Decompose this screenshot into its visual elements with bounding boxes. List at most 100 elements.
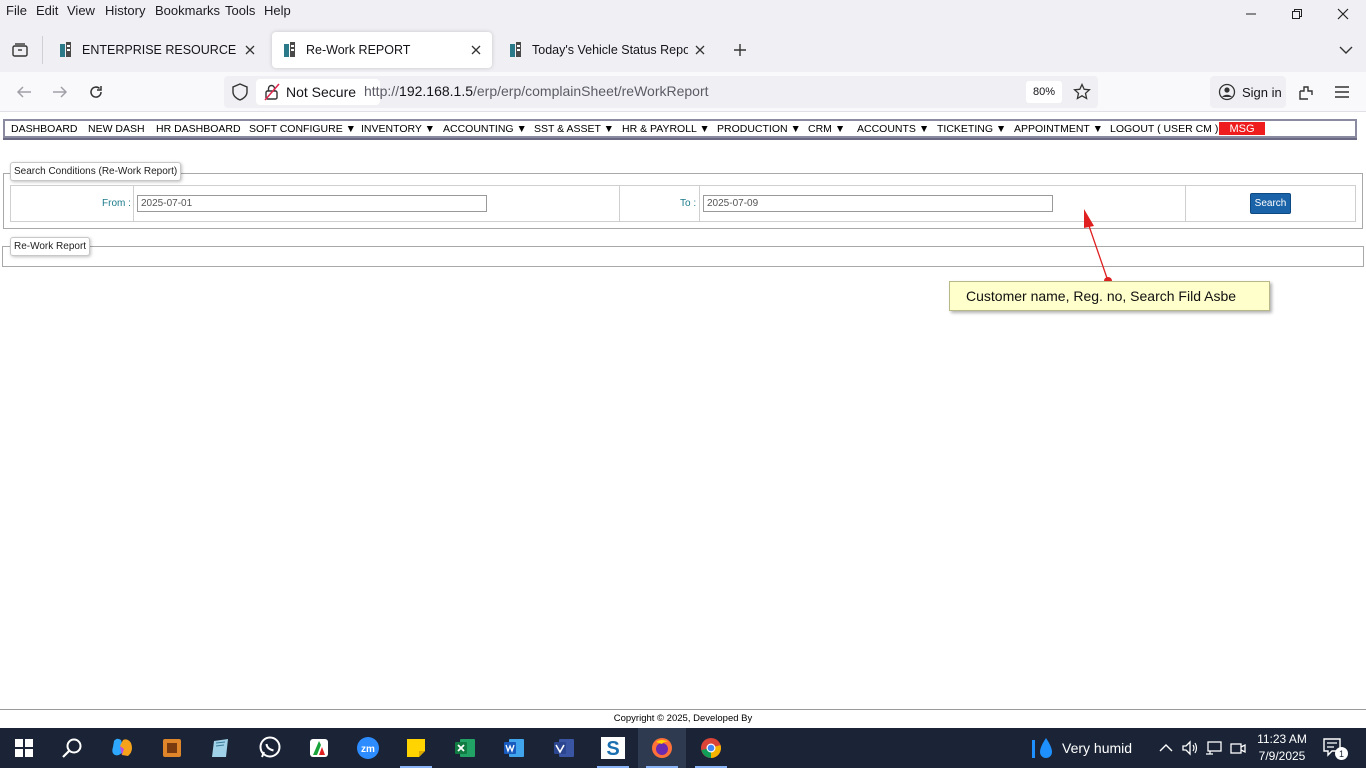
app-icon: S	[601, 737, 625, 760]
url-prefix: http://	[364, 83, 400, 99]
app-red-green[interactable]	[295, 728, 343, 768]
star-icon	[1073, 83, 1091, 100]
chrome-app[interactable]	[687, 728, 735, 768]
menu-accounts[interactable]: ACCOUNTS ▼	[857, 123, 929, 135]
menu-hr-dashboard[interactable]: HR DASHBOARD	[156, 123, 241, 135]
msg-button[interactable]: MSG	[1219, 122, 1265, 135]
app-icon	[163, 739, 181, 757]
system-clock[interactable]: 11:23 AM 7/9/2025	[1250, 731, 1314, 765]
erp-favicon	[282, 42, 298, 58]
copilot-app[interactable]	[98, 728, 146, 768]
insecure-lock-icon	[264, 83, 280, 101]
menu-tools[interactable]: Tools	[225, 3, 255, 18]
menu-logout[interactable]: LOGOUT ( USER CM )	[1110, 123, 1218, 135]
weather-widget[interactable]: Very humid	[1030, 728, 1132, 768]
close-tab-icon[interactable]	[238, 38, 262, 62]
to-label: To :	[680, 198, 697, 209]
security-indicator[interactable]: Not Secure	[256, 79, 380, 105]
to-date-input[interactable]	[703, 195, 1053, 212]
word-icon	[504, 739, 524, 757]
menu-file[interactable]: File	[6, 3, 27, 18]
search-taskbar-button[interactable]	[48, 728, 96, 768]
humidity-icon	[1032, 738, 1052, 758]
meet-now-button[interactable]	[1224, 734, 1252, 762]
app-icon	[310, 739, 328, 757]
url-bar[interactable]: Not Secure http://192.168.1.5/erp/erp/co…	[224, 76, 1098, 108]
menu-soft-configure[interactable]: SOFT CONFIGURE ▼	[249, 123, 356, 135]
rework-report-fieldset	[2, 246, 1364, 267]
network-icon	[1206, 741, 1222, 755]
close-icon	[1337, 8, 1349, 20]
account-icon	[1218, 83, 1236, 101]
back-button[interactable]	[10, 78, 38, 106]
tab-label: Today's Vehicle Status Report	[532, 43, 688, 57]
zoom-level-button[interactable]: 80%	[1026, 81, 1062, 103]
menu-crm[interactable]: CRM ▼	[808, 123, 845, 135]
close-tab-icon[interactable]	[464, 38, 488, 62]
notifications-button[interactable]: 1	[1320, 734, 1348, 762]
arrow-left-icon	[16, 86, 31, 98]
bookmark-star-button[interactable]	[1068, 78, 1096, 106]
new-tab-button[interactable]	[726, 36, 754, 64]
search-button[interactable]: Search	[1250, 193, 1291, 214]
zoom-app[interactable]: zm	[344, 728, 392, 768]
app-menu-button[interactable]	[1328, 78, 1356, 106]
extensions-button[interactable]	[1292, 78, 1320, 106]
menu-new-dash[interactable]: NEW DASH	[88, 123, 145, 135]
app-notebook[interactable]	[196, 728, 244, 768]
menu-dashboard[interactable]: DASHBOARD	[11, 123, 78, 135]
from-date-input[interactable]	[137, 195, 487, 212]
chevron-up-icon	[1159, 744, 1173, 752]
excel-app[interactable]	[441, 728, 489, 768]
list-all-tabs-button[interactable]	[1332, 36, 1360, 64]
erp-favicon	[508, 42, 524, 58]
menu-sst-asset[interactable]: SST & ASSET ▼	[534, 123, 614, 135]
restore-button[interactable]	[1274, 0, 1320, 28]
whatsapp-app[interactable]	[246, 728, 294, 768]
tab-rework-report[interactable]: Re-Work REPORT	[272, 32, 492, 68]
extensions-icon	[1299, 86, 1313, 100]
speaker-icon	[1182, 740, 1198, 756]
menu-view[interactable]: View	[67, 3, 95, 18]
menu-accounting[interactable]: ACCOUNTING ▼	[443, 123, 527, 135]
arrow-right-icon	[53, 86, 68, 98]
menu-ticketing[interactable]: TICKETING ▼	[937, 123, 1006, 135]
app-tally[interactable]	[148, 728, 196, 768]
firefox-app[interactable]	[638, 728, 686, 768]
word-app[interactable]	[490, 728, 538, 768]
chrome-icon	[701, 738, 721, 758]
menu-help[interactable]: Help	[264, 3, 291, 18]
tab-strip: ENTERPRISE RESOURCE PLANN Re-Work REPORT…	[0, 28, 1366, 72]
menu-edit[interactable]: Edit	[36, 3, 58, 18]
menu-production[interactable]: PRODUCTION ▼	[717, 123, 801, 135]
menu-inventory[interactable]: INVENTORY ▼	[361, 123, 435, 135]
start-button[interactable]	[0, 728, 48, 768]
sign-in-button[interactable]: Sign in	[1210, 76, 1286, 108]
menu-history[interactable]: History	[105, 3, 145, 18]
app-s[interactable]: S	[589, 728, 637, 768]
menu-bookmarks[interactable]: Bookmarks	[155, 3, 220, 18]
reload-button[interactable]	[82, 78, 110, 106]
from-label: From :	[102, 198, 131, 209]
visio-app[interactable]	[540, 728, 588, 768]
tracking-protection-icon[interactable]	[226, 78, 254, 106]
zoom-icon: zm	[357, 737, 379, 759]
minimize-button[interactable]	[1228, 0, 1274, 28]
sticky-notes-app[interactable]	[392, 728, 440, 768]
minimize-icon	[1246, 13, 1256, 15]
menu-appointment[interactable]: APPOINTMENT ▼	[1014, 123, 1103, 135]
sticky-notes-icon	[407, 739, 425, 757]
search-icon	[62, 738, 82, 758]
url-path: /erp/erp/complainSheet/reWorkReport	[473, 83, 709, 99]
hamburger-icon	[1335, 86, 1349, 98]
forward-button[interactable]	[46, 78, 74, 106]
url-text[interactable]: http://192.168.1.5/erp/erp/complainSheet…	[364, 83, 709, 99]
menu-hr-payroll[interactable]: HR & PAYROLL ▼	[622, 123, 710, 135]
notification-count-badge: 1	[1335, 747, 1348, 760]
firefox-view-button[interactable]	[6, 36, 34, 64]
tab-erp[interactable]: ENTERPRISE RESOURCE PLANN	[48, 32, 266, 68]
close-window-button[interactable]	[1320, 0, 1366, 28]
tab-vehicle-status[interactable]: Today's Vehicle Status Report	[498, 32, 716, 68]
svg-text:S: S	[606, 738, 619, 760]
close-tab-icon[interactable]	[688, 38, 712, 62]
